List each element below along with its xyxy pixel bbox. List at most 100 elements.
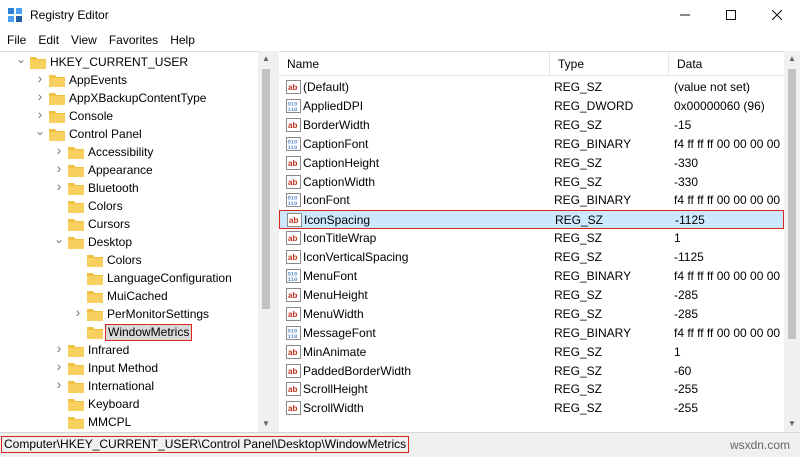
tree-node[interactable]: › PerMonitorSettings xyxy=(0,305,258,323)
menu-file[interactable]: File xyxy=(0,30,32,51)
cell-name: MenuFont xyxy=(303,269,358,283)
chevron-down-icon[interactable]: ⌄ xyxy=(35,125,45,137)
tree-node[interactable]: ⌄ Control Panel xyxy=(0,125,258,143)
tree-node-label: Bluetooth xyxy=(88,181,139,195)
string-icon: ab xyxy=(286,344,301,359)
chevron-right-icon[interactable]: › xyxy=(54,341,64,355)
column-name-header[interactable]: Name xyxy=(279,52,550,76)
folder-icon xyxy=(68,163,84,177)
tree-node[interactable]: › Console xyxy=(0,107,258,125)
table-row[interactable]: ab PaddedBorderWidth REG_SZ -60 xyxy=(279,362,784,381)
string-icon: ab xyxy=(286,287,301,302)
tree-node[interactable]: MMCPL xyxy=(0,413,258,431)
table-row[interactable]: 010 110 MenuFont REG_BINARY f4 ff ff ff 00 0… xyxy=(279,267,784,286)
table-row[interactable]: ab MenuWidth REG_SZ -285 xyxy=(279,305,784,324)
chevron-right-icon[interactable]: › xyxy=(35,107,45,121)
svg-text:ab: ab xyxy=(288,367,297,376)
tree-node[interactable]: › Infrared xyxy=(0,341,258,359)
table-row[interactable]: ab BorderWidth REG_SZ -15 xyxy=(279,116,784,135)
chevron-right-icon[interactable]: › xyxy=(54,179,64,193)
tree-node[interactable]: › Input Method xyxy=(0,359,258,377)
maximize-button[interactable] xyxy=(708,0,754,30)
table-row[interactable]: 010 110 MessageFont REG_BINARY f4 ff ff ff 0… xyxy=(279,324,784,343)
chevron-right-icon[interactable]: › xyxy=(73,305,83,319)
scroll-up-arrow-icon[interactable]: ▲ xyxy=(784,51,800,67)
tree-scrollbar[interactable]: ▲ ▼ xyxy=(258,51,274,432)
chevron-right-icon[interactable]: › xyxy=(54,161,64,175)
table-row[interactable]: ab MenuHeight REG_SZ -285 xyxy=(279,286,784,305)
table-row[interactable]: ab (Default) REG_SZ (value not set) xyxy=(279,78,784,97)
table-row[interactable]: 010 110 CaptionFont REG_BINARY f4 ff ff ff 0… xyxy=(279,135,784,154)
tree-node[interactable]: Keyboard xyxy=(0,395,258,413)
table-row[interactable]: ab MinAnimate REG_SZ 1 xyxy=(279,343,784,362)
tree-node[interactable]: › AppEvents xyxy=(0,71,258,89)
tree-node[interactable]: › Accessibility xyxy=(0,143,258,161)
tree-node-label: LanguageConfiguration xyxy=(107,271,232,285)
tree-node[interactable]: Cursors xyxy=(0,215,258,233)
cell-name: BorderWidth xyxy=(303,117,370,132)
menu-favorites[interactable]: Favorites xyxy=(103,30,164,51)
cell-type: REG_SZ xyxy=(554,344,603,359)
folder-icon xyxy=(68,397,84,411)
scroll-down-arrow-icon[interactable]: ▼ xyxy=(258,416,274,432)
folder-icon xyxy=(68,415,84,429)
tree-scroll-thumb[interactable] xyxy=(262,69,270,309)
chevron-right-icon[interactable]: › xyxy=(54,359,64,373)
tree-node[interactable]: MuiCached xyxy=(0,287,258,305)
tree-node[interactable]: ⌄ Desktop xyxy=(0,233,258,251)
menu-edit[interactable]: Edit xyxy=(32,30,65,51)
folder-icon xyxy=(49,73,65,87)
folder-icon xyxy=(68,361,84,375)
tree-node[interactable]: › Bluetooth xyxy=(0,179,258,197)
table-row[interactable]: ab ScrollWidth REG_SZ -255 xyxy=(279,399,784,418)
menu-help[interactable]: Help xyxy=(164,30,201,51)
chevron-down-icon[interactable]: ⌄ xyxy=(54,233,64,245)
tree-node-label: Colors xyxy=(107,253,142,267)
cell-name: ScrollHeight xyxy=(303,382,368,397)
cell-data: 1 xyxy=(674,344,681,359)
svg-text:ab: ab xyxy=(288,178,297,187)
tree-node[interactable]: › AppXBackupContentType xyxy=(0,89,258,107)
binary-icon: 010 110 xyxy=(286,98,301,113)
maximize-icon xyxy=(726,10,736,20)
cell-type: REG_BINARY xyxy=(554,136,632,151)
string-icon: ab xyxy=(286,117,301,132)
tree-node[interactable]: › Appearance xyxy=(0,161,258,179)
values-list[interactable]: Name Type Data ab (Default) REG_SZ (value n… xyxy=(279,51,800,432)
minimize-button[interactable] xyxy=(662,0,708,30)
svg-text:ab: ab xyxy=(288,253,297,262)
scroll-up-arrow-icon[interactable]: ▲ xyxy=(258,51,274,67)
table-row[interactable]: ab CaptionHeight REG_SZ -330 xyxy=(279,154,784,173)
table-row[interactable]: ab CaptionWidth REG_SZ -330 xyxy=(279,173,784,192)
cell-type: REG_SZ xyxy=(554,363,603,378)
list-scroll-thumb[interactable] xyxy=(788,69,796,339)
tree-node[interactable]: WindowMetrics xyxy=(0,323,258,341)
table-row[interactable]: ab IconSpacing REG_SZ -1125 xyxy=(279,210,784,230)
table-row[interactable]: ab IconTitleWrap REG_SZ 1 xyxy=(279,229,784,248)
tree-node[interactable]: Colors xyxy=(0,197,258,215)
chevron-down-icon[interactable]: ⌄ xyxy=(16,53,26,65)
string-icon: ab xyxy=(286,401,301,416)
chevron-right-icon[interactable]: › xyxy=(35,71,45,85)
tree-node[interactable]: › International xyxy=(0,377,258,395)
column-data-header[interactable]: Data xyxy=(669,52,784,76)
table-row[interactable]: 010 110 IconFont REG_BINARY f4 ff ff ff 00 0… xyxy=(279,191,784,210)
table-row[interactable]: 010 110 AppliedDPI REG_DWORD 0x00000060 (96) xyxy=(279,97,784,116)
tree-node[interactable]: ⌄ HKEY_CURRENT_USER xyxy=(0,53,258,71)
cell-name: IconFont xyxy=(303,193,350,208)
chevron-right-icon[interactable]: › xyxy=(54,377,64,391)
chevron-right-icon[interactable]: › xyxy=(35,89,45,103)
key-tree[interactable]: ⌄ HKEY_CURRENT_USER › AppEvents › AppXBackupC… xyxy=(0,51,274,432)
table-row[interactable]: ab ScrollHeight REG_SZ -255 xyxy=(279,380,784,399)
list-scrollbar[interactable]: ▲ ▼ xyxy=(784,51,800,432)
chevron-right-icon[interactable]: › xyxy=(54,143,64,157)
scroll-down-arrow-icon[interactable]: ▼ xyxy=(784,416,800,432)
close-button[interactable] xyxy=(754,0,800,30)
column-type-header[interactable]: Type xyxy=(550,52,669,76)
tree-node-label: Input Method xyxy=(88,361,159,375)
tree-node[interactable]: Colors xyxy=(0,251,258,269)
tree-node[interactable]: LanguageConfiguration xyxy=(0,269,258,287)
tree-node-label: HKEY_CURRENT_USER xyxy=(50,55,189,69)
table-row[interactable]: ab IconVerticalSpacing REG_SZ -1125 xyxy=(279,248,784,267)
menu-view[interactable]: View xyxy=(65,30,103,51)
